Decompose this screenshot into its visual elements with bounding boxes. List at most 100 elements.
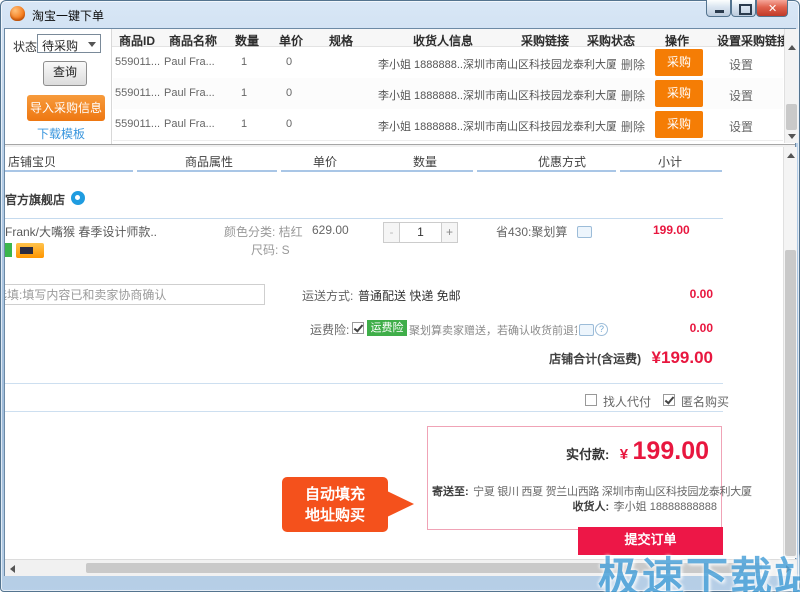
help-icon[interactable]: ?: [595, 323, 608, 336]
table-row[interactable]: 559011... Paul Fra... 1 0 李小姐 1888888..深…: [113, 78, 783, 110]
col-discount: 优惠方式: [538, 155, 587, 169]
taobao-app-icon: [10, 6, 25, 21]
page-scrollbar[interactable]: [783, 147, 797, 558]
product-color-attr: 颜色分类: 桔红: [224, 225, 303, 239]
minimize-button[interactable]: [706, 0, 731, 17]
header-underline: [477, 170, 616, 172]
product-subtotal: 199.00: [653, 223, 690, 237]
col-price: 单价: [313, 155, 338, 169]
close-button[interactable]: ✕: [756, 0, 788, 17]
cell-quantity: 1: [241, 118, 248, 130]
cell-receiver: 李小姐 1888888..深圳市南山区科技园龙泰利大厦: [378, 90, 616, 102]
maximize-button[interactable]: [731, 0, 756, 17]
delete-link[interactable]: 删除: [621, 118, 645, 135]
buy-button[interactable]: 采购: [655, 49, 703, 76]
currency-symbol: ¥: [619, 446, 629, 463]
settings-link[interactable]: 设置: [729, 118, 753, 135]
scroll-down-icon[interactable]: [788, 134, 796, 139]
receiver-value: 李小姐 18888888888: [613, 501, 717, 513]
col-qty: 数量: [413, 155, 438, 169]
insurance-label: 运费险:: [310, 323, 350, 337]
cell-receiver: 李小姐 1888888..深圳市南山区科技园龙泰利大厦: [378, 121, 616, 133]
col-shop-item: 店铺宝贝: [8, 155, 57, 169]
buy-button[interactable]: 采购: [655, 111, 703, 138]
promo-text: 省430:聚划算: [496, 225, 568, 239]
pay-for-other-checkbox[interactable]: [585, 394, 597, 406]
scroll-left-icon[interactable]: [10, 565, 15, 573]
import-purchase-button[interactable]: 导入采购信息: [27, 95, 105, 121]
scroll-up-icon[interactable]: [787, 153, 795, 158]
scroll-up-icon[interactable]: [788, 45, 796, 50]
product-title-link[interactable]: Frank/大嘴猴 春季设计师款..: [5, 223, 210, 240]
insurance-tooltip-icon[interactable]: [579, 324, 594, 336]
qty-increase-button[interactable]: +: [441, 222, 458, 243]
close-icon: ✕: [768, 3, 778, 15]
insurance-fee: 0.00: [689, 321, 713, 335]
settings-link[interactable]: 设置: [729, 56, 753, 73]
download-template-link[interactable]: 下载模板: [37, 125, 85, 142]
qty-decrease-button[interactable]: -: [383, 222, 400, 243]
minimize-icon: [715, 10, 724, 13]
delete-link[interactable]: 删除: [621, 56, 645, 73]
ship-to-label: 寄送至:: [432, 486, 469, 498]
service-guarantee-icon: [5, 243, 12, 257]
product-unit-price: 629.00: [312, 223, 349, 237]
query-button[interactable]: 查询: [43, 61, 87, 86]
insurance-checkbox[interactable]: [352, 322, 364, 334]
credit-card-icon: [16, 243, 44, 258]
shipping-value[interactable]: 普通配送 快递 免邮: [358, 287, 461, 304]
cell-receiver: 李小姐 1888888..深圳市南山区科技园龙泰利大厦: [378, 59, 616, 71]
table-row[interactable]: 559011... Paul Fra... 1 0 李小姐 1888888..深…: [113, 109, 783, 141]
status-dropdown[interactable]: 待采购: [37, 34, 101, 53]
page-scroll-thumb[interactable]: [785, 250, 796, 556]
screenshot-stage: 淘宝一键下单 ✕ 状态: 待采购 查询 导入采购信息 下载模板 商品ID 商品名…: [0, 0, 800, 592]
site-watermark: 极速下载站: [598, 554, 800, 592]
chevron-down-icon: [88, 42, 96, 47]
shop-total-value: ¥199.00: [651, 348, 713, 367]
header-underline: [137, 170, 277, 172]
shop-name-link[interactable]: 官方旗舰店: [5, 191, 65, 208]
buy-button[interactable]: 采购: [655, 80, 703, 107]
promo-tooltip-icon[interactable]: [577, 226, 592, 238]
seller-message-input[interactable]: [5, 284, 265, 305]
table-row[interactable]: 559011... Paul Fra... 1 0 李小姐 1888888..深…: [113, 47, 783, 79]
cell-quantity: 1: [241, 56, 248, 68]
header-underline: [281, 170, 473, 172]
shipping-fee: 0.00: [689, 287, 713, 301]
divider: [5, 411, 723, 412]
cell-product-id: 559011...: [115, 87, 161, 99]
divider: [5, 383, 723, 384]
cell-quantity: 1: [241, 87, 248, 99]
auto-fill-callout: 自动填充 地址购买: [282, 477, 388, 532]
wangwang-chat-icon[interactable]: [71, 191, 85, 205]
receiver-row: 收货人: 李小姐 18888888888: [573, 497, 717, 515]
shop-total-row: 店铺合计(含运费) ¥199.00: [435, 348, 713, 368]
app-window: 淘宝一键下单 ✕ 状态: 待采购 查询 导入采购信息 下载模板 商品ID 商品名…: [0, 0, 800, 592]
anonymous-label[interactable]: 匿名购买: [681, 393, 729, 410]
table-scroll-thumb[interactable]: [786, 104, 797, 130]
qty-input[interactable]: 1: [399, 222, 442, 243]
callout-line1: 自动填充: [304, 486, 365, 503]
callout-arrow-icon: [387, 491, 414, 517]
cell-product-name: Paul Fra...: [164, 87, 215, 99]
payment-amount-row: 实付款: ¥ 199.00: [566, 437, 709, 466]
pay-for-other-label[interactable]: 找人代付: [603, 393, 651, 410]
titlebar[interactable]: 淘宝一键下单 ✕: [0, 0, 800, 28]
col-item-attrs: 商品属性: [185, 155, 234, 169]
order-page: 店铺宝贝 商品属性 单价 数量 优惠方式 小计 官方旗舰店 Frank/大嘴猴 …: [5, 147, 783, 558]
cell-unit-price: 0: [286, 118, 293, 130]
cell-product-id: 559011...: [115, 56, 161, 68]
callout-line2: 地址购买: [304, 507, 365, 524]
maximize-icon: [739, 4, 752, 15]
header-underline: [620, 170, 722, 172]
settings-link[interactable]: 设置: [729, 87, 753, 104]
shop-total-label: 店铺合计(含运费): [549, 352, 642, 366]
anonymous-checkbox[interactable]: [663, 394, 675, 406]
header-underline: [5, 170, 133, 172]
delete-link[interactable]: 删除: [621, 87, 645, 104]
window-title: 淘宝一键下单: [32, 9, 105, 23]
col-subtotal: 小计: [658, 155, 683, 169]
status-dropdown-value: 待采购: [42, 39, 79, 53]
table-scrollbar[interactable]: [784, 29, 798, 143]
shipping-label: 运送方式:: [302, 289, 354, 303]
